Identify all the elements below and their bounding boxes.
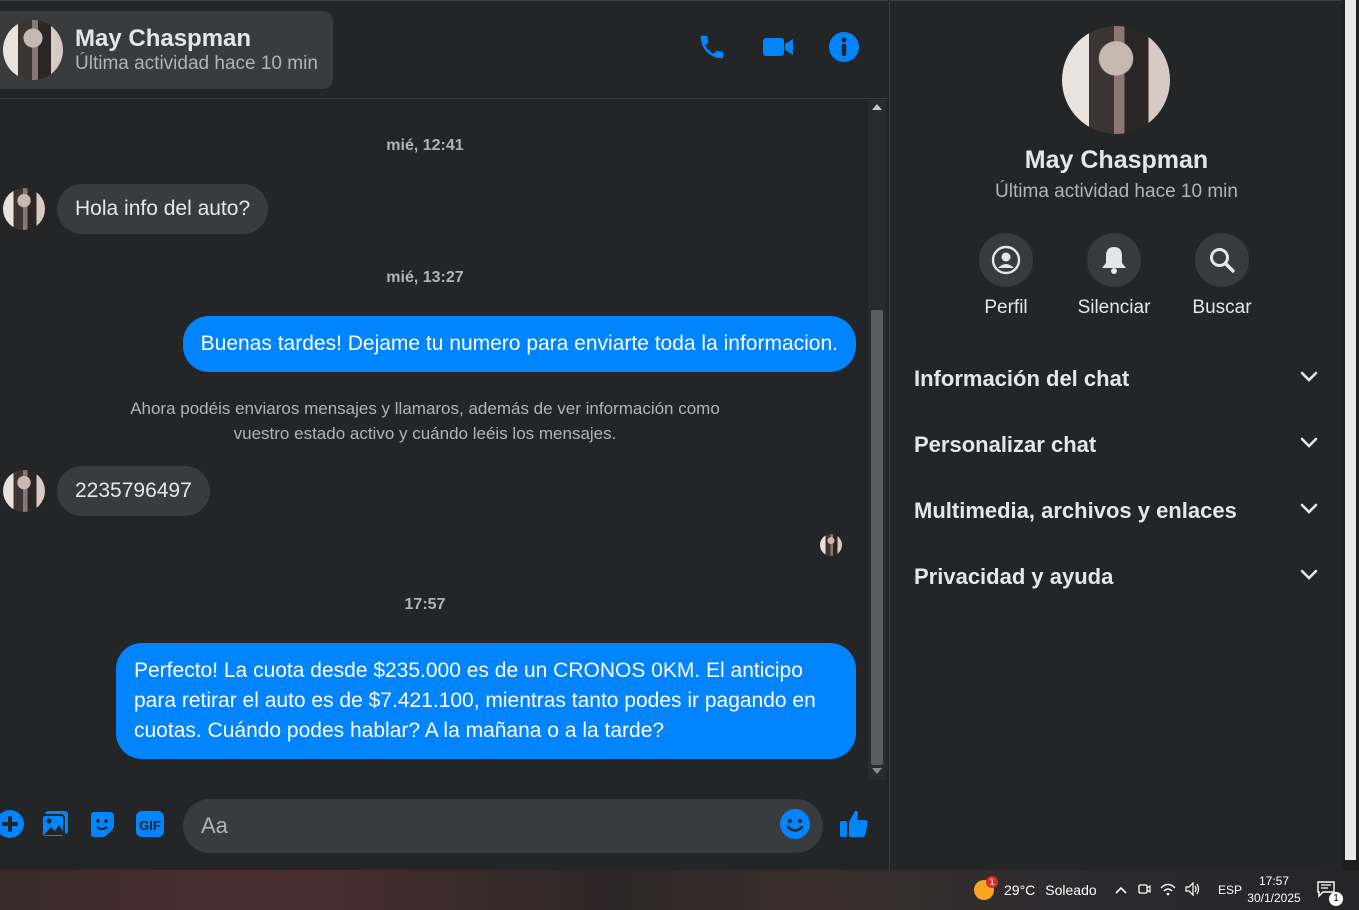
avatar: [3, 20, 63, 80]
meet-icon[interactable]: [1137, 882, 1151, 899]
weather-sun-icon: 1: [974, 876, 998, 900]
avatar[interactable]: [1062, 26, 1170, 134]
video-camera-icon[interactable]: [762, 31, 794, 63]
plus-icon[interactable]: [0, 806, 28, 842]
scroll-up-arrow[interactable]: [872, 104, 882, 110]
section-chat-info[interactable]: Información del chat: [902, 354, 1332, 404]
section-label: Privacidad y ayuda: [914, 564, 1114, 589]
quick-label: Perfil: [984, 297, 1028, 318]
bell-icon: [1087, 233, 1141, 287]
photo-icon[interactable]: [37, 806, 73, 842]
message-input[interactable]: [183, 799, 823, 853]
search-icon: [1195, 233, 1249, 287]
contact-name: May Chaspman: [75, 25, 252, 53]
quick-label: Buscar: [1192, 297, 1252, 318]
scroll-thumb[interactable]: [871, 310, 883, 765]
outgoing-message-bubble[interactable]: Perfecto! La cuota desde $235.000 es de …: [116, 643, 856, 759]
system-tray: ESP: [1114, 870, 1242, 910]
notification-center-button[interactable]: 1: [1316, 870, 1343, 910]
scroll-down-arrow[interactable]: [872, 768, 882, 774]
weather-temp: 29°C: [1004, 882, 1036, 898]
contact-text: May Chaspman Última actividad hace 10 mi…: [75, 25, 318, 74]
section-label: Información del chat: [914, 366, 1130, 391]
section-label: Personalizar chat: [914, 432, 1097, 457]
mute-button[interactable]: Silenciar: [1064, 233, 1164, 319]
clock-date: 30/1/2025: [1247, 891, 1301, 905]
system-note: Ahora podéis enviaros mensajes y llamaro…: [130, 399, 720, 443]
chevron-down-icon: [1300, 568, 1318, 586]
avatar: [3, 188, 45, 230]
window-scrollbar[interactable]: [1342, 0, 1359, 870]
composer: GIF: [0, 781, 888, 871]
section-privacy-help[interactable]: Privacidad y ayuda: [902, 552, 1332, 602]
section-label: Multimedia, archivos y enlaces: [914, 498, 1237, 523]
notification-count: 1: [1329, 892, 1343, 906]
language-indicator[interactable]: ESP: [1218, 883, 1242, 897]
phone-icon[interactable]: [696, 31, 728, 63]
weather-widget[interactable]: 1 29°C Soleado: [974, 870, 1097, 910]
chevron-down-icon: [1300, 502, 1318, 520]
message-bubble[interactable]: Hola info del auto?: [57, 184, 269, 234]
sticker-icon[interactable]: [84, 806, 120, 842]
profile-icon: [979, 233, 1033, 287]
conversation-info-panel: May Chaspman Última actividad hace 10 mi…: [889, 0, 1342, 870]
messenger-window: May Chaspman Última actividad hace 10 mi…: [0, 0, 1359, 910]
section-media-files-links[interactable]: Multimedia, archivos y enlaces: [902, 486, 1332, 536]
clock[interactable]: 17:57 30/1/2025: [1244, 870, 1304, 910]
incoming-message-row: 2235796497: [3, 466, 210, 516]
chat-header: May Chaspman Última actividad hace 10 mi…: [0, 1, 888, 99]
header-actions: [696, 31, 860, 63]
timestamp: 17:57: [404, 596, 446, 613]
timestamp: mié, 12:41: [386, 137, 464, 154]
taskbar: 1 29°C Soleado ESP 17:57 30/1/2025 1: [0, 870, 1359, 910]
avatar: [3, 470, 45, 512]
window-scroll-thumb[interactable]: [1345, 0, 1356, 860]
weather-condition: Soleado: [1045, 882, 1097, 898]
panel-contact-name: May Chaspman: [1024, 146, 1209, 174]
svg-text:GIF: GIF: [139, 818, 161, 833]
wifi-icon[interactable]: [1160, 882, 1176, 899]
volume-icon[interactable]: [1185, 881, 1201, 899]
like-icon[interactable]: [836, 806, 872, 842]
contact-status: Última actividad hace 10 min: [75, 52, 318, 74]
outgoing-message-bubble[interactable]: Buenas tardes! Dejame tu numero para env…: [182, 316, 856, 372]
contact-card[interactable]: May Chaspman Última actividad hace 10 mi…: [0, 11, 333, 89]
chevron-down-icon: [1300, 436, 1318, 454]
message-list[interactable]: mié, 12:41 Hola info del auto? mié, 13:2…: [0, 100, 868, 780]
panel-contact-status: Última actividad hace 10 min: [995, 181, 1238, 202]
seen-indicator-avatar: [820, 534, 842, 556]
profile-button[interactable]: Perfil: [956, 233, 1056, 319]
gif-icon[interactable]: GIF: [132, 806, 168, 842]
chat-column: May Chaspman Última actividad hace 10 mi…: [0, 0, 888, 870]
search-button[interactable]: Buscar: [1172, 233, 1272, 319]
weather-badge: 1: [986, 876, 998, 888]
incoming-message-row: Hola info del auto?: [3, 184, 269, 234]
chevron-down-icon: [1300, 370, 1318, 388]
emoji-icon[interactable]: [777, 806, 813, 842]
chevron-up-icon[interactable]: [1114, 882, 1128, 898]
clock-time: 17:57: [1258, 874, 1290, 888]
chat-scrollbar[interactable]: [868, 100, 886, 780]
section-customize-chat[interactable]: Personalizar chat: [902, 420, 1332, 470]
timestamp: mié, 13:27: [386, 269, 464, 286]
quick-label: Silenciar: [1077, 297, 1151, 318]
message-bubble[interactable]: 2235796497: [57, 466, 210, 516]
info-icon[interactable]: [828, 31, 860, 63]
